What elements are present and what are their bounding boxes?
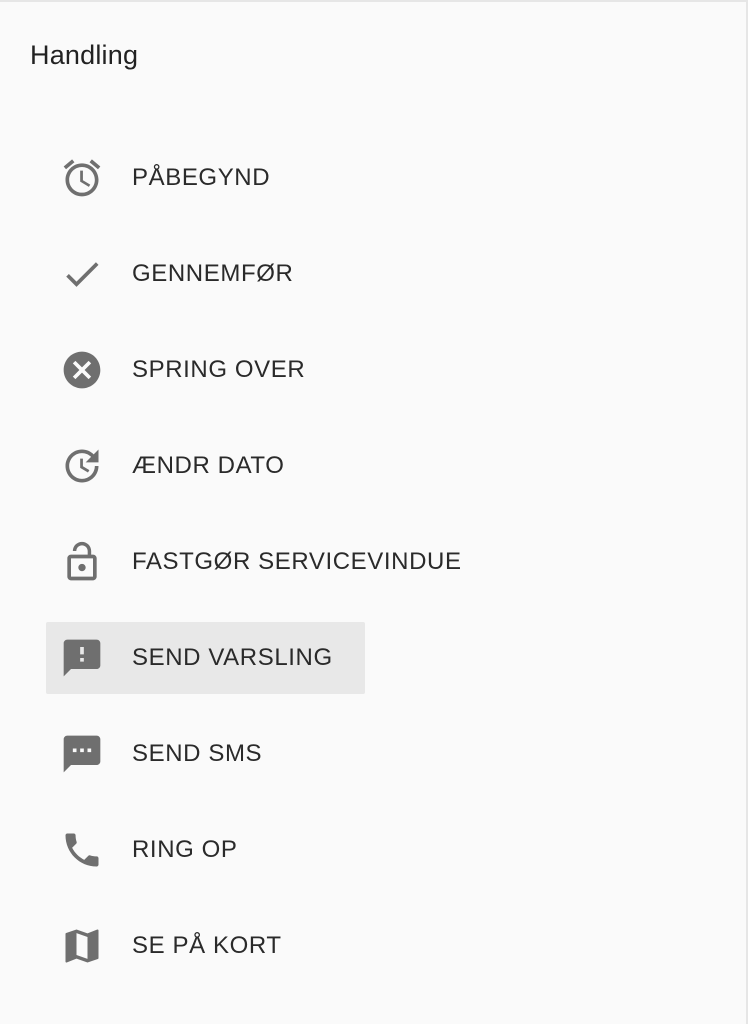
menu-item-send-notification[interactable]: SEND VARSLING	[46, 622, 365, 694]
menu-item-label: SPRING OVER	[132, 356, 306, 383]
menu-item-label: GENNEMFØR	[132, 260, 294, 287]
checkmark-icon	[60, 252, 104, 296]
menu-item-label: SE PÅ KORT	[132, 932, 282, 959]
phone-icon	[60, 828, 104, 872]
map-icon	[60, 924, 104, 968]
menu-item-change-date[interactable]: ÆNDR DATO	[46, 430, 317, 502]
menu-item-skip[interactable]: SPRING OVER	[46, 334, 337, 406]
alarm-clock-icon	[60, 156, 104, 200]
feedback-alert-icon	[60, 636, 104, 680]
menu-item-label: FASTGØR SERVICEVINDUE	[132, 548, 462, 575]
menu-item-label: ÆNDR DATO	[132, 452, 285, 479]
action-panel: Handling PÅBEGYND GENNEMFØR SPRING OVER …	[0, 0, 748, 1024]
menu-item-label: RING OP	[132, 836, 238, 863]
lock-open-icon	[60, 540, 104, 584]
menu-item-label: PÅBEGYND	[132, 164, 271, 191]
cancel-circle-icon	[60, 348, 104, 392]
reschedule-clock-icon	[60, 444, 104, 488]
menu-item-view-map[interactable]: SE PÅ KORT	[46, 910, 314, 982]
menu-item-send-sms[interactable]: SEND SMS	[46, 718, 294, 790]
action-menu: PÅBEGYND GENNEMFØR SPRING OVER ÆNDR DATO	[46, 142, 746, 1006]
panel-title: Handling	[30, 40, 139, 70]
menu-item-label: SEND VARSLING	[132, 644, 333, 671]
sms-bubble-icon	[60, 732, 104, 776]
menu-item-label: SEND SMS	[132, 740, 263, 767]
menu-item-start[interactable]: PÅBEGYND	[46, 142, 302, 214]
menu-item-fix-service-window[interactable]: FASTGØR SERVICEVINDUE	[46, 526, 494, 598]
menu-item-call[interactable]: RING OP	[46, 814, 270, 886]
menu-item-complete[interactable]: GENNEMFØR	[46, 238, 325, 310]
